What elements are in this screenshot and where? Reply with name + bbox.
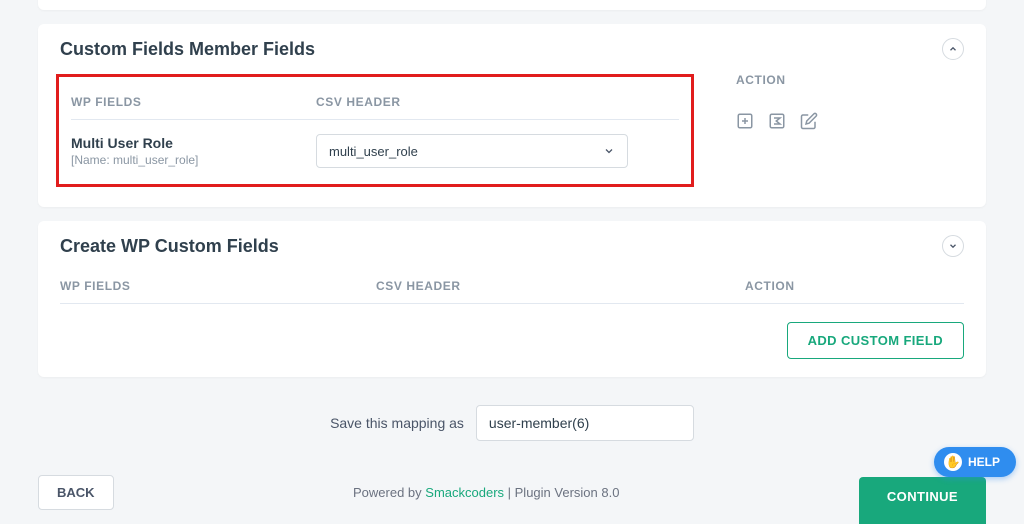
column-header-csv: CSV HEADER: [376, 279, 745, 293]
chevron-down-icon: [948, 241, 958, 251]
add-icon[interactable]: [736, 112, 754, 130]
panel-body: ACTION WP FIELDS CSV HEADER Multi User R…: [38, 74, 986, 207]
save-mapping-input[interactable]: [476, 405, 694, 441]
hand-icon: ✋: [944, 453, 962, 471]
footer-row: BACK Powered by Smackcoders | Plugin Ver…: [0, 471, 1024, 513]
table-head: WP FIELDS CSV HEADER: [71, 87, 679, 120]
column-header-csv: CSV HEADER: [316, 95, 621, 109]
save-mapping-row: Save this mapping as: [38, 391, 986, 471]
column-header-action: ACTION: [745, 279, 795, 293]
smackcoders-link[interactable]: Smackcoders: [425, 485, 504, 500]
powered-suffix: | Plugin Version 8.0: [504, 485, 619, 500]
panel-body: WP FIELDS CSV HEADER ACTION ADD CUSTOM F…: [38, 271, 986, 377]
chevron-down-icon: [603, 145, 615, 157]
wp-field-label: Multi User Role: [71, 135, 316, 151]
help-label: HELP: [968, 455, 1000, 469]
collapse-button[interactable]: [942, 38, 964, 60]
edit-icon[interactable]: [800, 112, 818, 130]
panel-header: Create WP Custom Fields: [38, 221, 986, 271]
panel-create-custom-fields: Create WP Custom Fields WP FIELDS CSV HE…: [38, 221, 986, 377]
save-mapping-label: Save this mapping as: [330, 415, 464, 431]
panel-header: Custom Fields Member Fields: [38, 24, 986, 74]
panel-custom-fields-member: Custom Fields Member Fields ACTION WP FI…: [38, 24, 986, 207]
csv-header-cell: multi_user_role: [316, 134, 621, 168]
column-header-wp: WP FIELDS: [60, 279, 376, 293]
add-custom-field-button[interactable]: ADD CUSTOM FIELD: [787, 322, 964, 359]
table-head: WP FIELDS CSV HEADER ACTION: [60, 271, 964, 304]
highlight-box: WP FIELDS CSV HEADER Multi User Role [Na…: [56, 74, 694, 187]
continue-button[interactable]: CONTINUE: [859, 477, 986, 524]
wp-field-name: [Name: multi_user_role]: [71, 153, 316, 167]
panel-title: Create WP Custom Fields: [60, 236, 279, 257]
previous-panel-tail: [38, 0, 986, 10]
panel-title: Custom Fields Member Fields: [60, 39, 315, 60]
formula-icon[interactable]: [768, 112, 786, 130]
help-button[interactable]: ✋ HELP: [934, 447, 1016, 477]
select-value: multi_user_role: [329, 144, 418, 159]
chevron-up-icon: [948, 44, 958, 54]
add-field-row: ADD CUSTOM FIELD: [60, 304, 964, 359]
powered-prefix: Powered by: [353, 485, 425, 500]
column-header-wp: WP FIELDS: [71, 95, 316, 109]
action-icons: [736, 112, 818, 130]
table-row: Multi User Role [Name: multi_user_role] …: [71, 120, 679, 168]
column-header-action: ACTION: [736, 73, 786, 87]
wp-field-cell: Multi User Role [Name: multi_user_role]: [71, 135, 316, 167]
collapse-button[interactable]: [942, 235, 964, 257]
csv-header-select[interactable]: multi_user_role: [316, 134, 628, 168]
back-button[interactable]: BACK: [38, 475, 114, 510]
footer-text: Powered by Smackcoders | Plugin Version …: [353, 485, 619, 500]
